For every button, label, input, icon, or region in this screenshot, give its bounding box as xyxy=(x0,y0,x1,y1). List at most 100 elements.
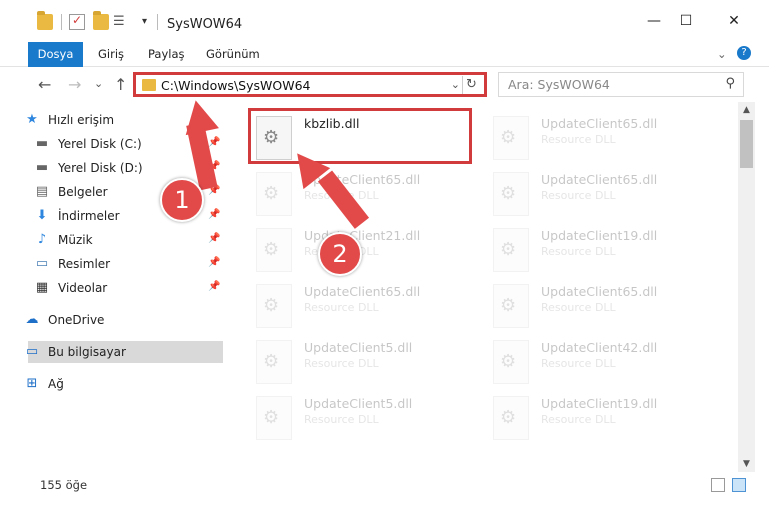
sidebar-item[interactable]: ▭ Resimler 📌 xyxy=(28,253,223,275)
network-icon: ⊞ xyxy=(26,376,38,391)
vertical-scrollbar[interactable]: ▲ ▼ xyxy=(738,102,755,472)
new-folder-icon[interactable] xyxy=(93,11,109,30)
tab-share[interactable]: Paylaş xyxy=(148,42,185,67)
address-bar[interactable]: C:\Windows\SysWOW64 ⌄ ↻ xyxy=(133,72,487,97)
pin-icon[interactable]: 📌 xyxy=(208,281,220,292)
sidebar-item[interactable]: ☁ OneDrive xyxy=(26,309,223,331)
address-path[interactable]: C:\Windows\SysWOW64 xyxy=(161,78,310,93)
file-name: UpdateClient5.dll xyxy=(304,396,413,411)
chevron-down-icon[interactable]: ⌄ xyxy=(717,42,727,67)
sidebar-item-label: Bu bilgisayar xyxy=(48,345,126,359)
file-item[interactable]: UpdateClient5.dll Resource DLL xyxy=(248,388,478,444)
file-type: Resource DLL xyxy=(304,357,379,370)
quick-access-dropdown-icon[interactable]: ▾ xyxy=(142,14,158,30)
drive-icon: ▬ xyxy=(35,136,49,151)
folder-icon xyxy=(142,79,156,91)
cloud-icon: ☁ xyxy=(25,312,39,327)
pin-icon[interactable]: 📌 xyxy=(208,257,220,268)
dll-file-icon xyxy=(256,284,292,328)
file-name: UpdateClient65.dll xyxy=(304,284,421,299)
pin-icon[interactable]: 📌 xyxy=(208,137,220,148)
maximize-button[interactable]: ☐ xyxy=(663,0,709,42)
dll-file-icon xyxy=(493,228,529,272)
tab-view[interactable]: Görünüm xyxy=(206,42,260,67)
up-button[interactable]: ↑ xyxy=(114,75,127,94)
file-type: Resource DLL xyxy=(541,357,616,370)
file-item[interactable]: UpdateClient19.dll Resource DLL xyxy=(485,388,715,444)
dll-file-icon xyxy=(493,284,529,328)
pin-icon[interactable]: 📌 xyxy=(208,209,220,220)
file-name: UpdateClient19.dll xyxy=(541,396,658,411)
file-name: UpdateClient5.dll xyxy=(304,340,413,355)
file-item[interactable]: UpdateClient42.dll Resource DLL xyxy=(485,332,715,388)
dll-file-icon xyxy=(493,116,529,160)
dll-file-icon xyxy=(493,396,529,440)
pin-icon[interactable]: 📌 xyxy=(208,233,220,244)
file-item[interactable]: UpdateClient5.dll Resource DLL xyxy=(248,332,478,388)
sidebar-item-label: Müzik xyxy=(58,233,93,247)
divider xyxy=(157,14,158,30)
chevron-down-icon[interactable]: ⌄ xyxy=(451,78,460,91)
back-button[interactable]: ← xyxy=(38,75,51,94)
file-type: Resource DLL xyxy=(541,301,616,314)
pictures-icon: ▭ xyxy=(35,256,49,271)
help-icon[interactable]: ? xyxy=(737,46,751,60)
videos-icon: ▦ xyxy=(35,280,49,295)
sidebar-item-label: Belgeler xyxy=(58,185,108,199)
scroll-down-icon[interactable]: ▼ xyxy=(738,456,755,472)
divider xyxy=(61,14,62,30)
file-item[interactable]: UpdateClient65.dll Resource DLL xyxy=(485,164,715,220)
tab-home[interactable]: Giriş xyxy=(98,42,124,67)
file-item[interactable]: UpdateClient65.dll Resource DLL xyxy=(485,276,715,332)
file-item[interactable]: UpdateClient19.dll Resource DLL xyxy=(485,220,715,276)
sidebar-item-label: Yerel Disk (C:) xyxy=(58,137,142,151)
recent-locations-button[interactable]: ⌄ xyxy=(94,77,103,90)
dll-file-icon xyxy=(256,396,292,440)
sidebar-item[interactable]: ♪ Müzik 📌 xyxy=(28,229,223,251)
item-count: 155 öğe xyxy=(40,478,88,492)
search-placeholder: Ara: SysWOW64 xyxy=(508,77,610,92)
highlight-box xyxy=(248,108,472,164)
customize-icon[interactable]: ☰ xyxy=(113,14,129,30)
file-name: UpdateClient65.dll xyxy=(541,284,658,299)
search-input[interactable]: Ara: SysWOW64 ⚲ xyxy=(498,72,744,97)
scroll-up-icon[interactable]: ▲ xyxy=(738,102,755,118)
music-icon: ♪ xyxy=(37,232,47,247)
computer-icon: ▭ xyxy=(25,344,39,359)
sidebar-item-label: Resimler xyxy=(58,257,111,271)
file-type: Resource DLL xyxy=(304,413,379,426)
file-type: Resource DLL xyxy=(541,189,616,202)
file-type: Resource DLL xyxy=(541,133,616,146)
sidebar-item[interactable]: ⊞ Ağ xyxy=(27,373,223,395)
sidebar-item-label: Yerel Disk (D:) xyxy=(58,161,143,175)
file-type: Resource DLL xyxy=(541,245,616,258)
sidebar-item-label: OneDrive xyxy=(48,313,105,327)
dll-file-icon xyxy=(256,340,292,384)
download-icon: ⬇ xyxy=(36,208,48,223)
status-bar: 155 öğe xyxy=(28,472,755,497)
file-name: UpdateClient65.dll xyxy=(541,172,658,187)
step-badge-2: 2 xyxy=(318,232,362,276)
window-title: SysWOW64 xyxy=(167,17,243,32)
search-icon[interactable]: ⚲ xyxy=(725,76,735,91)
properties-icon[interactable]: ✓ xyxy=(69,13,85,30)
refresh-icon[interactable]: ↻ xyxy=(462,76,480,94)
file-type: Resource DLL xyxy=(304,301,379,314)
file-item[interactable]: UpdateClient65.dll Resource DLL xyxy=(248,276,478,332)
file-name: UpdateClient65.dll xyxy=(541,116,658,131)
tab-file[interactable]: Dosya xyxy=(28,42,83,67)
ribbon-tabs: Dosya Giriş Paylaş Görünüm ⌄ ? xyxy=(0,42,769,67)
sidebar-item[interactable]: ▭ Bu bilgisayar xyxy=(26,341,223,363)
file-item[interactable]: UpdateClient65.dll Resource DLL xyxy=(485,108,715,164)
scroll-thumb[interactable] xyxy=(740,120,753,168)
large-icons-view-icon[interactable] xyxy=(732,478,746,492)
close-button[interactable]: ✕ xyxy=(711,0,757,42)
file-type: Resource DLL xyxy=(541,413,616,426)
details-view-icon[interactable] xyxy=(711,478,725,492)
file-item[interactable]: UpdateClient21.dllResource DLL xyxy=(248,220,478,276)
star-icon: ★ xyxy=(26,112,38,127)
file-name: UpdateClient19.dll xyxy=(541,228,658,243)
sidebar-item[interactable]: ▦ Videolar 📌 xyxy=(28,277,223,299)
dll-file-icon xyxy=(493,172,529,216)
forward-button[interactable]: → xyxy=(68,75,81,94)
